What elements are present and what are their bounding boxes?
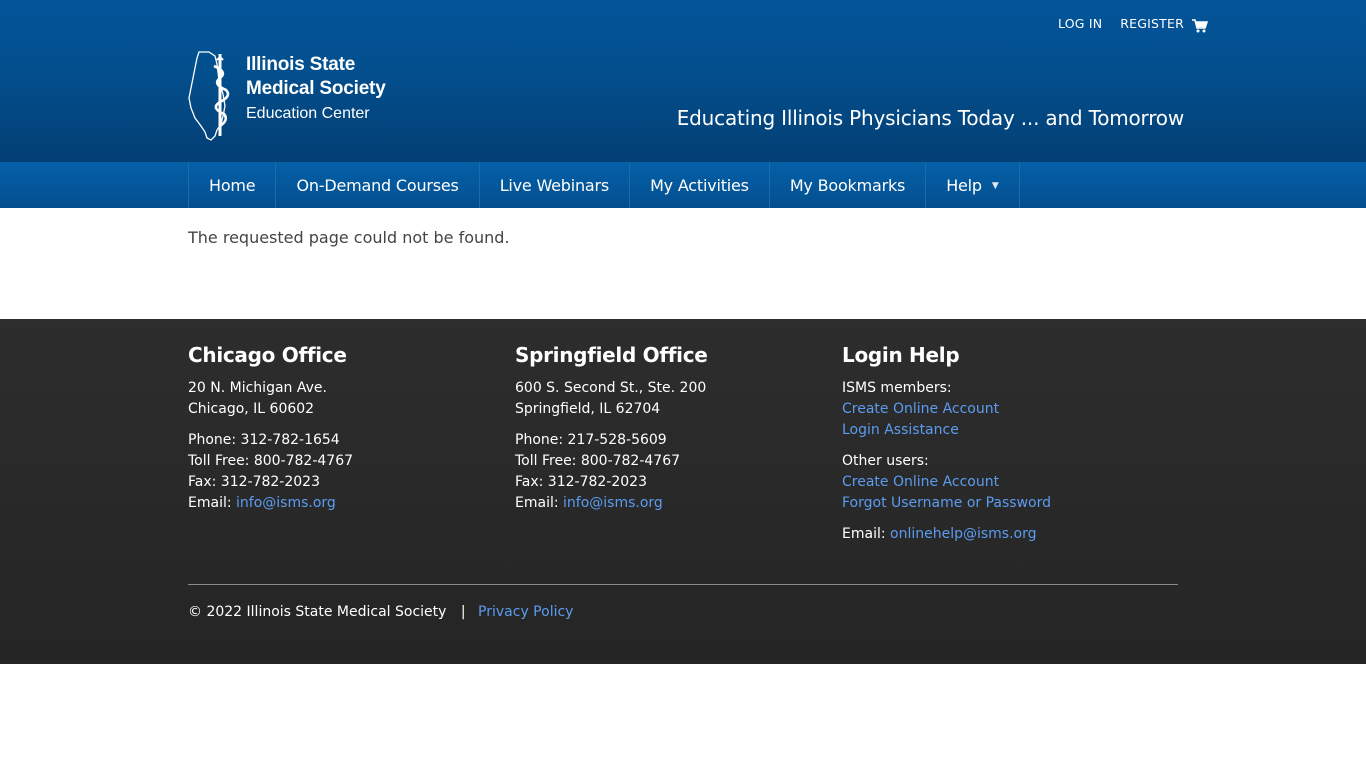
caret-down-icon: ▼	[991, 180, 999, 191]
isms-members-label: ISMS members:	[842, 380, 952, 396]
shopping-cart-icon[interactable]	[1192, 18, 1209, 33]
chicago-address-line-2: Chicago, IL 60602	[188, 401, 315, 417]
springfield-toll-free: Toll Free: 800-782-4767	[515, 453, 681, 469]
springfield-address-line-2: Springfield, IL 62704	[515, 401, 661, 417]
login-assistance-link[interactable]: Login Assistance	[842, 422, 959, 438]
springfield-fax: Fax: 312-782-2023	[515, 474, 647, 490]
login-help-title: Login Help	[842, 343, 960, 367]
main-content: The requested page could not be found.	[188, 228, 510, 247]
chicago-address-line-1: 20 N. Michigan Ave.	[188, 380, 327, 396]
logo-line-2: Medical Society	[246, 78, 386, 99]
nav-item-my-activities[interactable]: My Activities	[630, 162, 770, 208]
not-found-message: The requested page could not be found.	[188, 228, 510, 247]
login-link[interactable]: LOG IN	[1058, 16, 1102, 31]
chicago-email-link[interactable]: info@isms.org	[236, 495, 336, 511]
nav-item-home[interactable]: Home	[189, 162, 277, 208]
nav-item-live-webinars[interactable]: Live Webinars	[480, 162, 631, 208]
members-create-account-link[interactable]: Create Online Account	[842, 401, 999, 417]
login-help: Login Help ISMS members: Create Online A…	[842, 343, 1051, 555]
nav-item-my-bookmarks[interactable]: My Bookmarks	[770, 162, 927, 208]
springfield-email-link[interactable]: info@isms.org	[563, 495, 663, 511]
forgot-credentials-link[interactable]: Forgot Username or Password	[842, 495, 1051, 511]
help-email-link[interactable]: onlinehelp@isms.org	[890, 526, 1037, 542]
site-footer: Chicago Office 20 N. Michigan Ave. Chica…	[0, 319, 1366, 664]
account-links: LOG IN REGISTER	[1040, 15, 1209, 33]
site-logo[interactable]: Illinois State Medical Society Education…	[187, 50, 397, 142]
site-tagline: Educating Illinois Physicians Today ... …	[676, 106, 1184, 130]
springfield-email-label: Email:	[515, 495, 559, 511]
chicago-toll-free: Toll Free: 800-782-4767	[188, 453, 354, 469]
chicago-office: Chicago Office 20 N. Michigan Ave. Chica…	[188, 343, 353, 524]
footer-divider	[188, 584, 1178, 585]
main-nav: Home On-Demand Courses Live Webinars My …	[0, 162, 1366, 208]
springfield-phone: Phone: 217-528-5609	[515, 432, 667, 448]
help-email-label: Email:	[842, 526, 886, 542]
chicago-fax: Fax: 312-782-2023	[188, 474, 320, 490]
springfield-address-line-1: 600 S. Second St., Ste. 200	[515, 380, 707, 396]
chicago-office-title: Chicago Office	[188, 343, 347, 367]
register-link[interactable]: REGISTER	[1120, 16, 1184, 31]
copyright-text: © 2022 Illinois State Medical Society	[188, 604, 447, 620]
nav-item-help[interactable]: Help ▼	[926, 162, 1020, 208]
site-header: LOG IN REGISTER Illinois State Medical S…	[0, 0, 1366, 162]
footer-separator: |	[460, 604, 466, 620]
others-create-account-link[interactable]: Create Online Account	[842, 474, 999, 490]
illinois-caduceus-logo-icon	[188, 51, 230, 141]
logo-line-1: Illinois State	[246, 54, 356, 75]
chicago-phone: Phone: 312-782-1654	[188, 432, 340, 448]
copyright-bar: © 2022 Illinois State Medical Society | …	[188, 604, 573, 620]
privacy-policy-link[interactable]: Privacy Policy	[478, 604, 573, 620]
other-users-label: Other users:	[842, 453, 929, 469]
logo-line-3: Education Center	[246, 105, 370, 122]
springfield-office: Springfield Office 600 S. Second St., St…	[515, 343, 708, 524]
chicago-email-label: Email:	[188, 495, 232, 511]
springfield-office-title: Springfield Office	[515, 343, 708, 367]
nav-item-on-demand-courses[interactable]: On-Demand Courses	[276, 162, 480, 208]
